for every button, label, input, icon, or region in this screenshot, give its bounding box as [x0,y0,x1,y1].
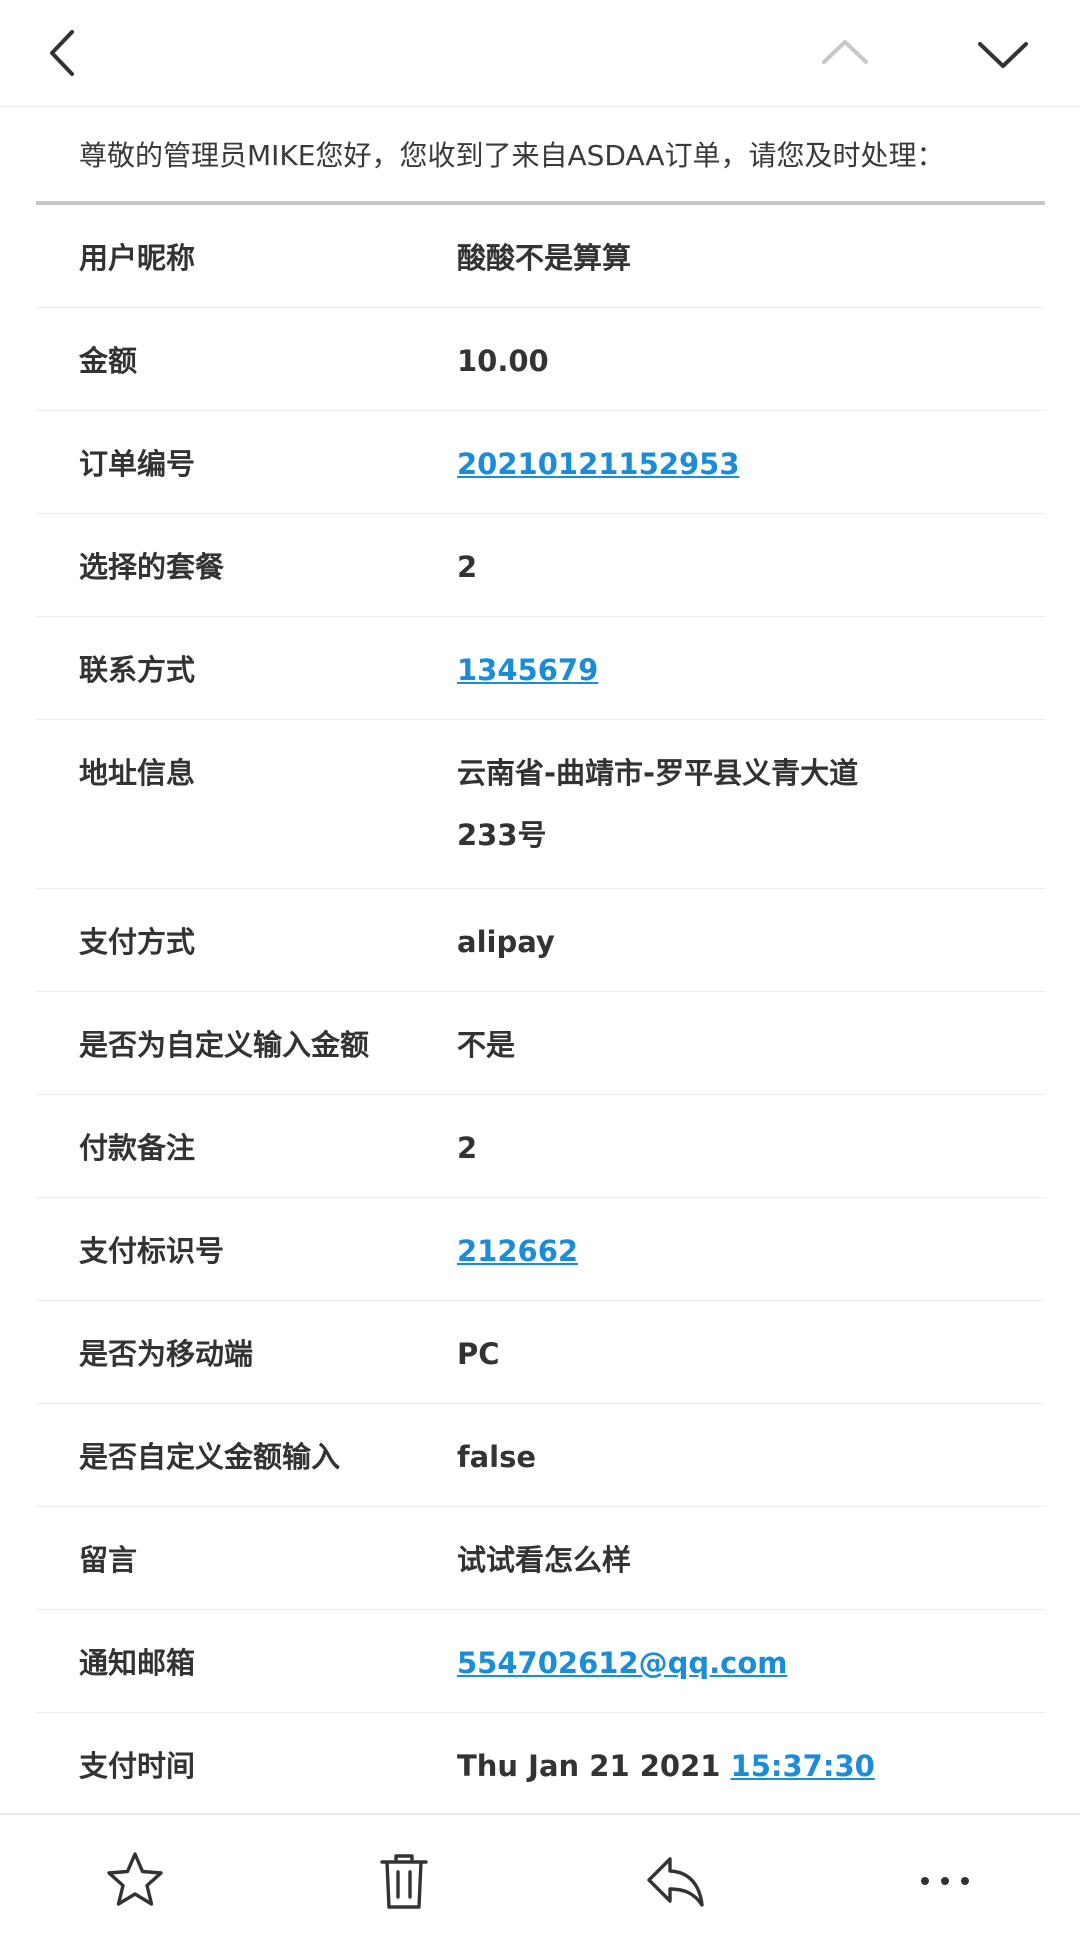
reply-icon [647,1857,704,1907]
package-value: 2 [457,550,478,584]
mail-body[interactable]: 尊敬的管理员MIKE您好，您收到了来自ASDAA订单，请您及时处理： 用户昵称 … [0,107,1080,1813]
more-button[interactable] [911,1847,979,1915]
table-row: 是否为自定义输入金额 不是 [36,992,1045,1095]
nickname-value: 酸酸不是算算 [457,241,632,275]
payment-time-link[interactable]: 15:37:30 [731,1749,875,1783]
field-label: 支付时间 [79,1749,196,1783]
field-label: 联系方式 [79,653,196,687]
previous-mail-button[interactable] [808,16,882,90]
field-label: 通知邮箱 [79,1646,196,1680]
field-label: 支付标识号 [79,1234,225,1268]
payment-method-value: alipay [457,925,555,959]
top-toolbar [0,0,1080,107]
notify-email-link[interactable]: 554702612@qq.com [457,1646,787,1680]
chevron-left-icon [50,30,74,76]
order-number-link[interactable]: 20210121152953 [457,447,740,481]
bottom-action-bar [0,1813,1080,1952]
table-row: 付款备注 2 [36,1095,1045,1198]
message-value: 试试看怎么样 [457,1543,632,1577]
back-button[interactable] [26,16,100,90]
field-label: 订单编号 [79,447,196,481]
table-row: 地址信息 云南省-曲靖市-罗平县义青大道 233号 [36,720,1045,889]
field-label: 地址信息 [79,756,196,790]
table-row: 用户昵称 酸酸不是算算 [36,205,1045,308]
table-row: 通知邮箱 554702612@qq.com [36,1610,1045,1713]
next-mail-button[interactable] [966,16,1040,90]
table-row: 是否自定义金额输入 false [36,1404,1045,1507]
table-row: 选择的套餐 2 [36,514,1045,617]
address-value: 云南省-曲靖市-罗平县义青大道 233号 [457,756,859,852]
chevron-down-icon [978,42,1028,68]
field-label: 用户昵称 [79,241,196,275]
star-icon [107,1852,163,1906]
field-label: 是否为移动端 [79,1337,254,1371]
payment-note-value: 2 [457,1131,478,1165]
greeting-text: 尊敬的管理员MIKE您好，您收到了来自ASDAA订单，请您及时处理： [79,139,945,172]
amount-value: 10.00 [457,344,549,378]
table-row: 联系方式 1345679 [36,617,1045,720]
contact-link[interactable]: 1345679 [457,653,598,687]
field-label: 留言 [79,1543,138,1577]
payment-date: Thu Jan 21 2021 [457,1749,721,1783]
custom-amount-value: 不是 [457,1028,516,1062]
field-label: 支付方式 [79,925,196,959]
table-row: 支付时间 Thu Jan 21 2021 15:37:30 [36,1713,1045,1813]
custom-input-value: false [457,1440,537,1474]
field-label: 是否自定义金额输入 [79,1440,341,1474]
field-label: 金额 [79,344,138,378]
mobile-value: PC [457,1337,500,1371]
field-label: 付款备注 [79,1131,196,1165]
table-row: 金额 10.00 [36,308,1045,411]
more-icon [921,1877,969,1885]
table-row: 留言 试试看怎么样 [36,1507,1045,1610]
delete-button[interactable] [370,1847,438,1915]
reply-button[interactable] [641,1847,709,1915]
star-button[interactable] [101,1847,169,1915]
field-label: 是否为自定义输入金额 [79,1028,370,1062]
table-row: 支付标识号 212662 [36,1198,1045,1301]
table-row: 订单编号 20210121152953 [36,411,1045,514]
table-row: 支付方式 alipay [36,889,1045,992]
payment-id-link[interactable]: 212662 [457,1234,578,1268]
field-label: 选择的套餐 [79,550,225,584]
trash-icon [380,1854,428,1909]
chevron-up-icon [822,40,868,64]
order-details-table: 用户昵称 酸酸不是算算 金额 10.00 订单编号 20210121152953… [36,205,1045,1813]
table-row: 是否为移动端 PC [36,1301,1045,1404]
